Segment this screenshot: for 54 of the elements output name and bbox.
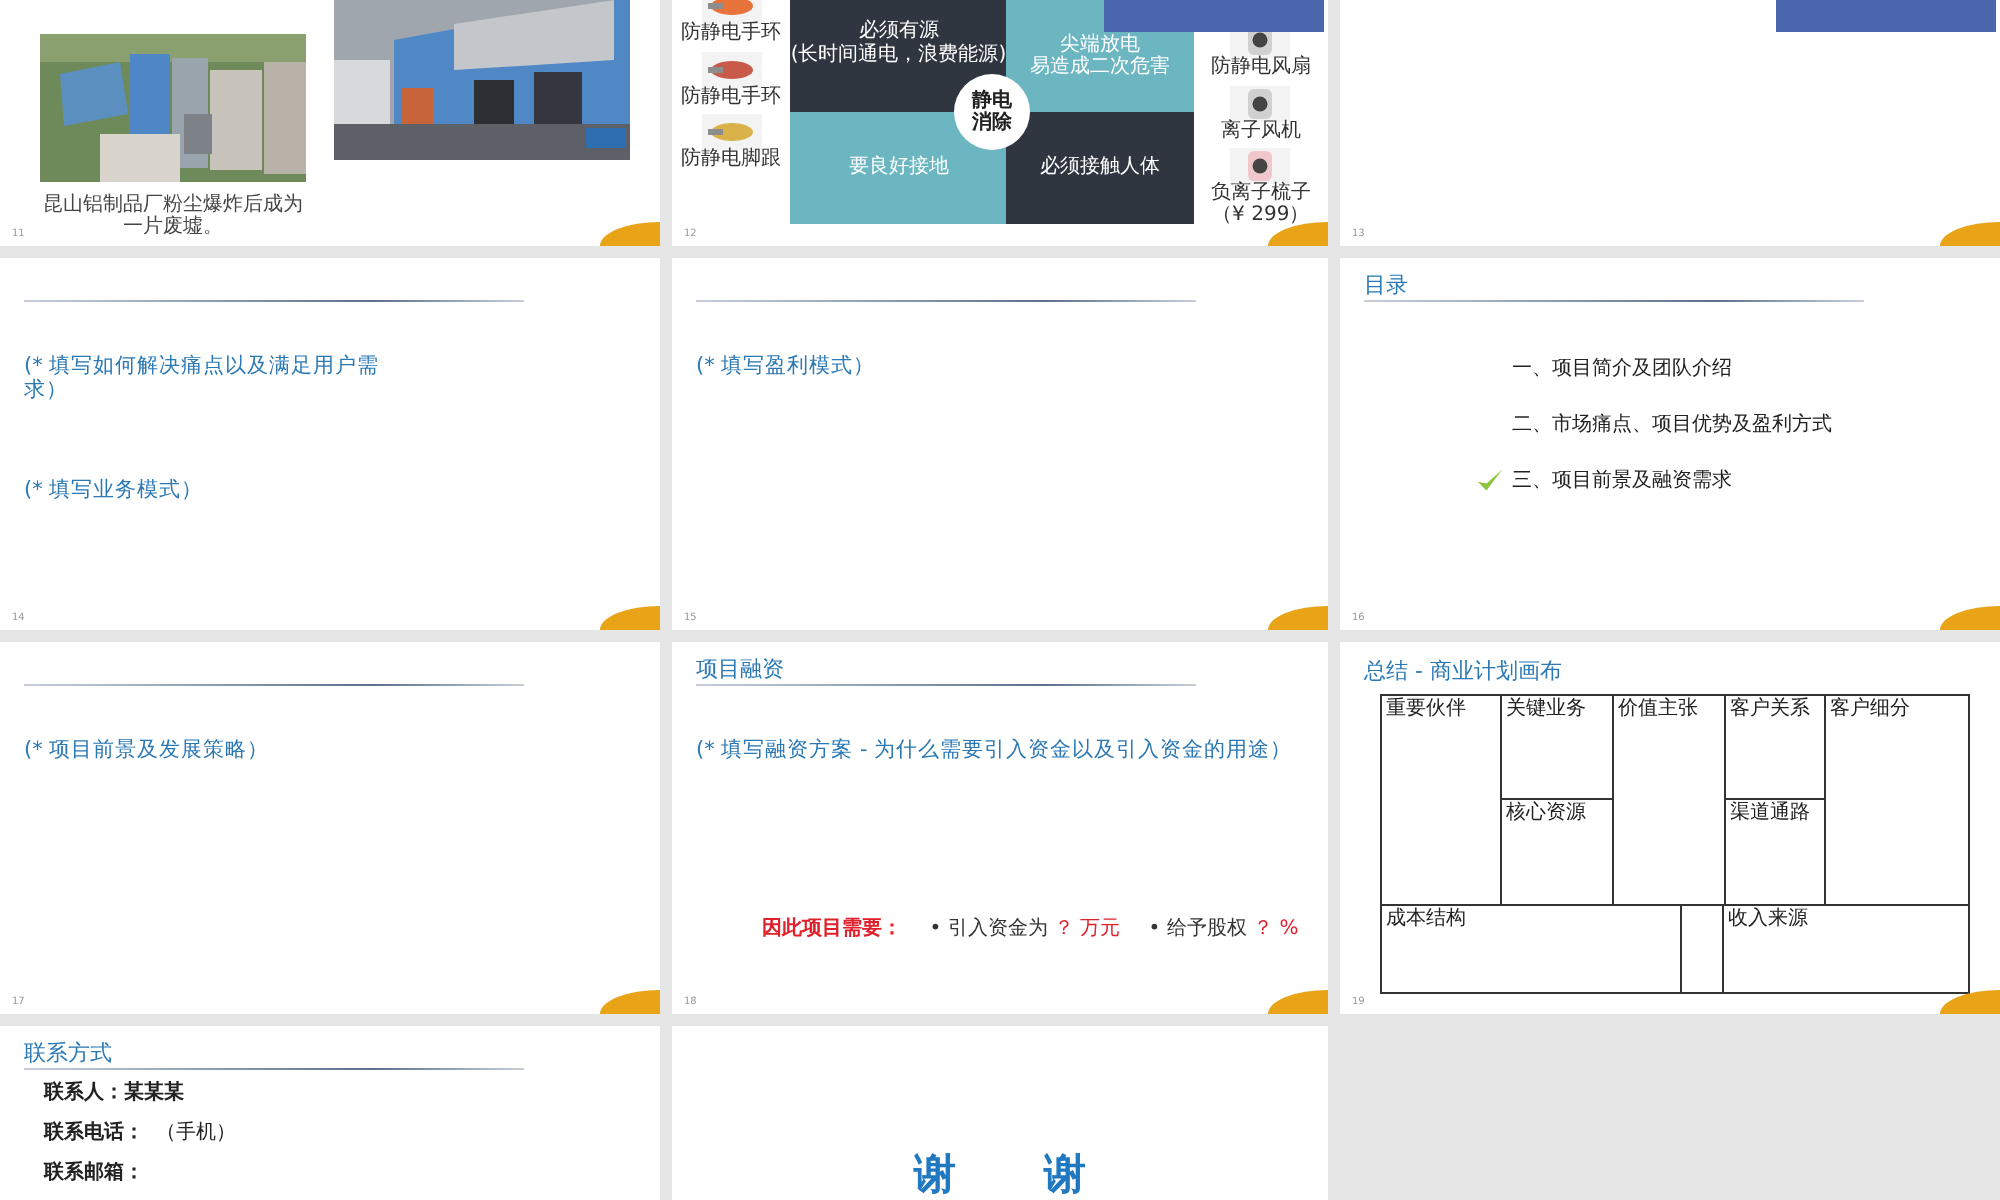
toc-item: 二、市场痛点、项目优势及盈利方式 xyxy=(1512,411,1832,438)
slide-title: 目录 xyxy=(1364,272,1410,300)
table-cell: 成本结构 xyxy=(1382,906,1682,992)
corner-shape xyxy=(1940,222,2000,246)
price-label: （¥ 299） xyxy=(1212,205,1310,226)
contact-label: 联系人： xyxy=(44,1079,124,1106)
contact-value: （手机） xyxy=(156,1119,236,1146)
contact-label: 联系邮箱： xyxy=(44,1159,144,1186)
table-cell: 价值主张 xyxy=(1614,696,1726,906)
thanks-text: 谢 xyxy=(1044,1148,1086,1200)
thanks-text: 谢 xyxy=(914,1148,956,1200)
table-cell: 核心资源 xyxy=(1502,800,1614,906)
placeholder-text: (* 填写业务模式） xyxy=(24,478,206,503)
corner-shape xyxy=(1940,990,2000,1014)
corner-shape xyxy=(1268,606,1328,630)
table-cell: 客户细分 xyxy=(1826,696,1968,906)
product-label: 离子风机 xyxy=(1220,121,1301,142)
corner-shape xyxy=(600,990,660,1014)
product-label: 防静电手环 xyxy=(681,24,782,45)
contact-value: 某某某 xyxy=(124,1079,184,1106)
needs-label: 因此项目需要： xyxy=(761,915,902,942)
table-cell: 客户关系 xyxy=(1726,696,1826,800)
product-label: 防静电脚跟 xyxy=(681,150,782,171)
photo-caption: 昆山铝制品厂粉尘爆炸后成为一片废墟。 xyxy=(41,194,305,238)
placeholder-text: (* 填写如何解决痛点以及满足用户需求） xyxy=(24,354,382,403)
slide-title: 项目融资 xyxy=(696,656,786,684)
slide-title: 联系方式 xyxy=(24,1040,114,1068)
slide-title: 总结 - 商业计划画布 xyxy=(1364,658,1564,686)
corner-shape xyxy=(1268,222,1328,246)
quadrant-text: 必须接触人体 xyxy=(1039,156,1160,180)
toc-item: 三、项目前景及融资需求 xyxy=(1512,467,1732,494)
quadrant-text: 易造成二次危害 xyxy=(1029,57,1170,78)
product-label: 防静电风扇 xyxy=(1210,58,1311,79)
table-cell: 重要伙伴 xyxy=(1382,696,1502,906)
needs-item: • 给予股权 ？ % xyxy=(1148,915,1299,942)
product-label: 防静电手环 xyxy=(681,87,782,108)
quadrant-text: 尖端放电 xyxy=(1059,36,1140,56)
table-cell: 收入来源 xyxy=(1722,906,1968,992)
table-cell: 渠道通路 xyxy=(1726,800,1826,906)
corner-shape xyxy=(1268,990,1328,1014)
corner-shape xyxy=(600,222,660,246)
toc-item: 一、项目简介及团队介绍 xyxy=(1512,356,1732,382)
corner-shape xyxy=(600,606,660,630)
quadrant-text: 要良好接地 xyxy=(848,156,949,180)
placeholder-text: (* 项目前景及发展策略） xyxy=(24,738,272,763)
placeholder-text: (* 填写盈利模式） xyxy=(696,354,878,379)
product-label: 负离子梳子 xyxy=(1210,184,1311,205)
quadrant-text: 必须有源 xyxy=(858,20,939,43)
placeholder-text: (* 填写融资方案 - 为什么需要引入资金以及引入资金的用途） xyxy=(696,738,1295,763)
needs-item: • 引入资金为 ？ 万元 xyxy=(929,915,1121,942)
contact-label: 联系电话： xyxy=(44,1119,144,1146)
table-cell: 关键业务 xyxy=(1502,696,1614,800)
corner-shape xyxy=(1940,606,2000,630)
quadrant-text: (长时间通电，浪费能源) xyxy=(790,43,1007,66)
